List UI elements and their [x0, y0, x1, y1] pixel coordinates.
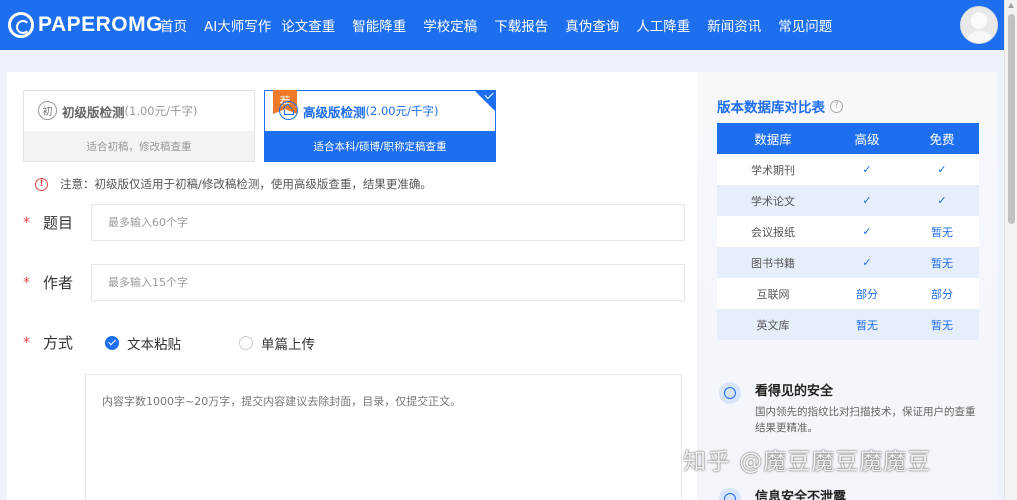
scrollbar-thumb[interactable] [1008, 14, 1015, 224]
feature-title: 看得见的安全 [755, 384, 834, 399]
nav-item-smart-rewrite[interactable]: 智能降重 [352, 15, 406, 35]
table-cell: 互联网 [717, 278, 829, 309]
table-cell: ✓ [829, 247, 905, 278]
shield-icon [719, 382, 741, 404]
advanced-version-name: 高级版检测 [303, 104, 366, 120]
feature-privacy: 信息安全不泄露 [719, 486, 989, 500]
table-row: 会议报纸 ✓ 暂无 [717, 216, 979, 247]
required-mark: * [23, 334, 30, 351]
check-form-card: 初 初级版检测 (1.00元/千字) 适合初稿，修改稿查重 荐 高级版检测 (2… [7, 72, 697, 500]
feature-desc: 国内领先的指纹比对扫描技术，保证用户的查重结果更精准。 [755, 406, 976, 434]
table-cell: ✓ [829, 185, 905, 216]
basic-version-name: 初级版检测 [62, 104, 125, 120]
scroll-up-arrow-icon[interactable] [1008, 3, 1014, 8]
nav-item-plagiarism-check[interactable]: 论文查重 [281, 15, 335, 35]
user-avatar[interactable] [960, 6, 998, 44]
table-cell: 图书书籍 [717, 247, 829, 278]
table-header-row: 数据库 高级 免费 [717, 123, 979, 154]
notice-text: 注意：初级版仅适用于初稿/修改稿检测，使用高级版查重，结果更准确。 [60, 177, 432, 191]
basic-version-icon: 初 [38, 101, 57, 120]
feature-title: 信息安全不泄露 [755, 490, 847, 500]
version-compare-panel: 版本数据库对比表 ? 数据库 高级 免费 学术期刊 ✓ ✓ 学术论文 ✓ ✓ 会… [697, 72, 997, 500]
table-cell: 暂无 [905, 247, 979, 278]
required-mark: * [23, 274, 30, 291]
basic-version-desc: 适合初稿，修改稿查重 [24, 131, 254, 161]
table-cell: 会议报纸 [717, 216, 829, 247]
version-card-advanced[interactable]: 荐 高级版检测 (2.00元/千字) 适合本科/硕博/职称定稿查重 [264, 89, 496, 162]
notice: ! 注意：初级版仅适用于初稿/修改稿检测，使用高级版查重，结果更准确。 [35, 176, 432, 192]
table-row: 学术论文 ✓ ✓ [717, 185, 979, 216]
table-row: 图书书籍 ✓ 暂无 [717, 247, 979, 278]
title-row: * 题目 [23, 204, 685, 241]
table-cell: 暂无 [829, 309, 905, 340]
table-cell: ✓ [829, 154, 905, 185]
table-header: 高级 [829, 123, 905, 154]
table-cell: 暂无 [905, 309, 979, 340]
author-input[interactable] [91, 264, 685, 301]
table-cell: 暂无 [905, 216, 979, 247]
table-row: 英文库 暂无 暂无 [717, 309, 979, 340]
compare-title-text: 版本数据库对比表 [717, 100, 825, 116]
nav-item-verify[interactable]: 真伪查询 [565, 15, 619, 35]
nav-item-ai-writing[interactable]: AI大师写作 [204, 15, 271, 35]
table-row: 学术期刊 ✓ ✓ [717, 154, 979, 185]
warning-icon: ! [35, 177, 48, 191]
content-textarea[interactable] [85, 374, 682, 500]
nav-item-download-report[interactable]: 下载报告 [494, 15, 548, 35]
nav-item-news[interactable]: 新闻资讯 [707, 15, 761, 35]
radio-single-upload[interactable] [239, 335, 253, 350]
version-card-basic[interactable]: 初 初级版检测 (1.00元/千字) 适合初稿，修改稿查重 [23, 90, 255, 162]
radio-text-paste-label[interactable]: 文本粘贴 [127, 333, 181, 353]
title-input[interactable] [91, 204, 685, 241]
table-header: 数据库 [717, 123, 829, 154]
radio-text-paste[interactable] [105, 335, 119, 350]
compare-table: 数据库 高级 免费 学术期刊 ✓ ✓ 学术论文 ✓ ✓ 会议报纸 ✓ 暂无 图书… [717, 123, 979, 340]
table-cell: 学术论文 [717, 185, 829, 216]
logo-text: PAPEROMG [38, 13, 163, 36]
zhihu-watermark: 知乎 @魔豆魔豆魔魔豆 [683, 449, 932, 475]
required-mark: * [23, 214, 30, 231]
advanced-version-icon [279, 101, 298, 120]
nav-item-faq[interactable]: 常见问题 [778, 15, 832, 35]
help-icon[interactable]: ? [830, 99, 843, 113]
nav-item-manual-rewrite[interactable]: 人工降重 [636, 15, 690, 35]
page-scrollbar[interactable] [1004, 0, 1017, 500]
table-cell: 学术期刊 [717, 154, 829, 185]
table-cell: ✓ [905, 185, 979, 216]
feature-security: 看得见的安全 国内领先的指纹比对扫描技术，保证用户的查重结果更精准。 [719, 380, 989, 440]
title-label: 题目 [43, 214, 74, 232]
method-radio-group: 文本粘贴 单篇上传 [105, 333, 373, 353]
table-cell: 部分 [829, 278, 905, 309]
compare-title: 版本数据库对比表 ? [717, 96, 843, 116]
nav-item-home[interactable]: 首页 [160, 15, 187, 35]
author-row: * 作者 [23, 264, 685, 301]
method-label: 方式 [43, 334, 74, 352]
table-row: 互联网 部分 部分 [717, 278, 979, 309]
author-label: 作者 [43, 274, 74, 292]
table-cell: 英文库 [717, 309, 829, 340]
table-cell: ✓ [905, 154, 979, 185]
logo-icon [8, 12, 34, 38]
table-header: 免费 [905, 123, 979, 154]
advanced-version-desc: 适合本科/硕博/职称定稿查重 [265, 131, 495, 161]
main-nav: 首页 AI大师写作 论文查重 智能降重 学校定稿 下载报告 真伪查询 人工降重 … [160, 0, 849, 50]
nav-item-school-final[interactable]: 学校定稿 [423, 15, 477, 35]
basic-version-price: (1.00元/千字) [124, 104, 198, 118]
table-cell: 部分 [905, 278, 979, 309]
logo[interactable]: PAPEROMG [8, 11, 163, 39]
radio-single-upload-label[interactable]: 单篇上传 [261, 333, 315, 353]
table-cell: ✓ [829, 216, 905, 247]
method-row: * 方式 文本粘贴 单篇上传 [23, 332, 373, 353]
lock-icon [719, 488, 741, 500]
advanced-version-price: (2.00元/千字) [365, 104, 439, 118]
top-navbar: PAPEROMG 首页 AI大师写作 论文查重 智能降重 学校定稿 下载报告 真… [0, 0, 1004, 50]
